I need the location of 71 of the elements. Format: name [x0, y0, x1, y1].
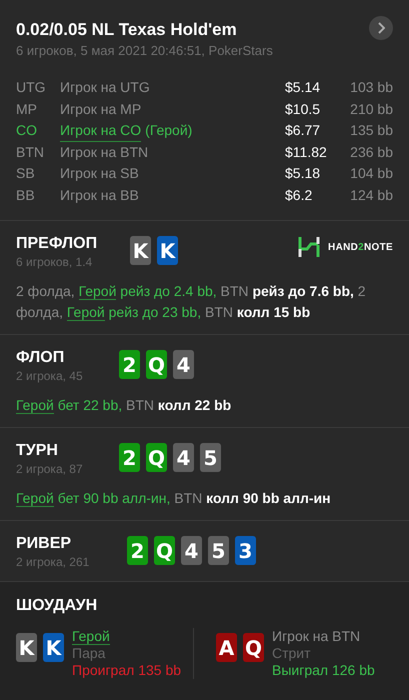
playing-card: K — [16, 633, 37, 662]
street-info: 2 игрока, 261 — [16, 554, 90, 570]
playing-card: A — [216, 633, 237, 662]
seat-position: BB — [16, 186, 36, 205]
playing-card: K — [43, 633, 64, 662]
player-name: Игрок на BTN — [272, 628, 360, 644]
hero-link[interactable]: Герой — [16, 397, 54, 414]
game-subtitle: 6 игроков, 5 мая 2021 20:46:51, PokerStars — [16, 42, 274, 60]
street-title: ТУРН — [16, 441, 59, 461]
player-name: Игрок на BB — [60, 186, 139, 205]
stack-amount: $6.77 — [285, 121, 322, 140]
seat-position: BTN — [16, 142, 45, 162]
street-title: ФЛОП — [16, 348, 66, 368]
playing-card: 4 — [173, 443, 194, 472]
logo-text: HAND2NOTE — [328, 240, 393, 254]
result-amount: Выиграл 126 bb — [272, 662, 375, 679]
seat-position: UTG — [16, 78, 47, 98]
stack-bb: 104 bb — [349, 164, 393, 184]
playing-card: K — [130, 236, 151, 265]
street-title: РИВЕР — [16, 534, 72, 554]
playing-card: 2 — [119, 350, 140, 379]
playing-card: 3 — [235, 536, 256, 565]
showdown-title: ШОУДАУН — [16, 596, 98, 616]
playing-card: 4 — [181, 536, 202, 565]
hand-rank: Пара — [72, 645, 106, 662]
hero-link[interactable]: Герой — [78, 283, 116, 300]
next-button[interactable] — [369, 16, 393, 40]
action-log: Герой бет 90 bb алл-ин, BTN колл 90 bb алл-ин — [16, 489, 332, 509]
chevron-right-icon — [377, 22, 385, 34]
stack-bb: 124 bb — [349, 186, 393, 205]
stack-bb: 210 bb — [349, 100, 393, 119]
playing-card: K — [157, 236, 178, 265]
stack-bb: 135 bb — [349, 121, 393, 140]
player-name[interactable]: Герой — [72, 628, 110, 645]
player-name[interactable]: Игрок на CO — [60, 120, 142, 142]
playing-card: Q — [146, 350, 167, 379]
stack-amount: $5.18 — [285, 164, 322, 184]
playing-card: 5 — [200, 443, 221, 472]
playing-card: 2 — [127, 536, 148, 565]
playing-card: 2 — [119, 443, 140, 472]
stack-bb: 103 bb — [349, 78, 393, 98]
logo-icon — [298, 236, 320, 258]
street-info: 6 игроков, 1.4 — [16, 254, 94, 270]
hero-tag: (Герой) — [145, 120, 192, 142]
player-name: Игрок на UTG — [60, 78, 150, 98]
stack-bb: 236 bb — [349, 142, 393, 162]
playing-card: 5 — [208, 536, 229, 565]
stack-amount: $5.14 — [285, 78, 322, 98]
stack-amount: $11.82 — [285, 142, 328, 162]
hero-link[interactable]: Герой — [16, 490, 54, 507]
seat-position: SB — [16, 164, 36, 184]
playing-card: Q — [154, 536, 175, 565]
stack-amount: $10.5 — [285, 100, 322, 119]
seat-position: MP — [16, 100, 38, 119]
street-title: ПРЕФЛОП — [16, 234, 98, 254]
hand-rank: Стрит — [272, 645, 312, 662]
player-name: Игрок на SB — [60, 164, 139, 184]
action-log: 2 фолда, Герой рейз до 2.4 bb, BTN рейз до 7.6 bb, 2 фолда, Герой рейз до 23 bb, BTN колл 15 bb — [16, 282, 367, 323]
street-info: 2 игрока, 87 — [16, 461, 84, 477]
action-log: Герой бет 22 bb, BTN колл 22 bb — [16, 396, 232, 416]
player-name: Игрок на BTN — [60, 142, 148, 162]
street-info: 2 игрока, 45 — [16, 368, 84, 384]
hero-link[interactable]: Герой — [66, 304, 105, 321]
game-title: 0.02/0.05 NL Texas Hold'em — [16, 19, 237, 41]
playing-card: Q — [146, 443, 167, 472]
stack-amount: $6.2 — [285, 186, 314, 205]
playing-card: 4 — [173, 350, 194, 379]
seat-position: CO — [16, 121, 38, 140]
result-amount: Проиграл 135 bb — [72, 662, 182, 679]
playing-card: Q — [243, 633, 264, 662]
player-name: Игрок на MP — [60, 100, 142, 119]
